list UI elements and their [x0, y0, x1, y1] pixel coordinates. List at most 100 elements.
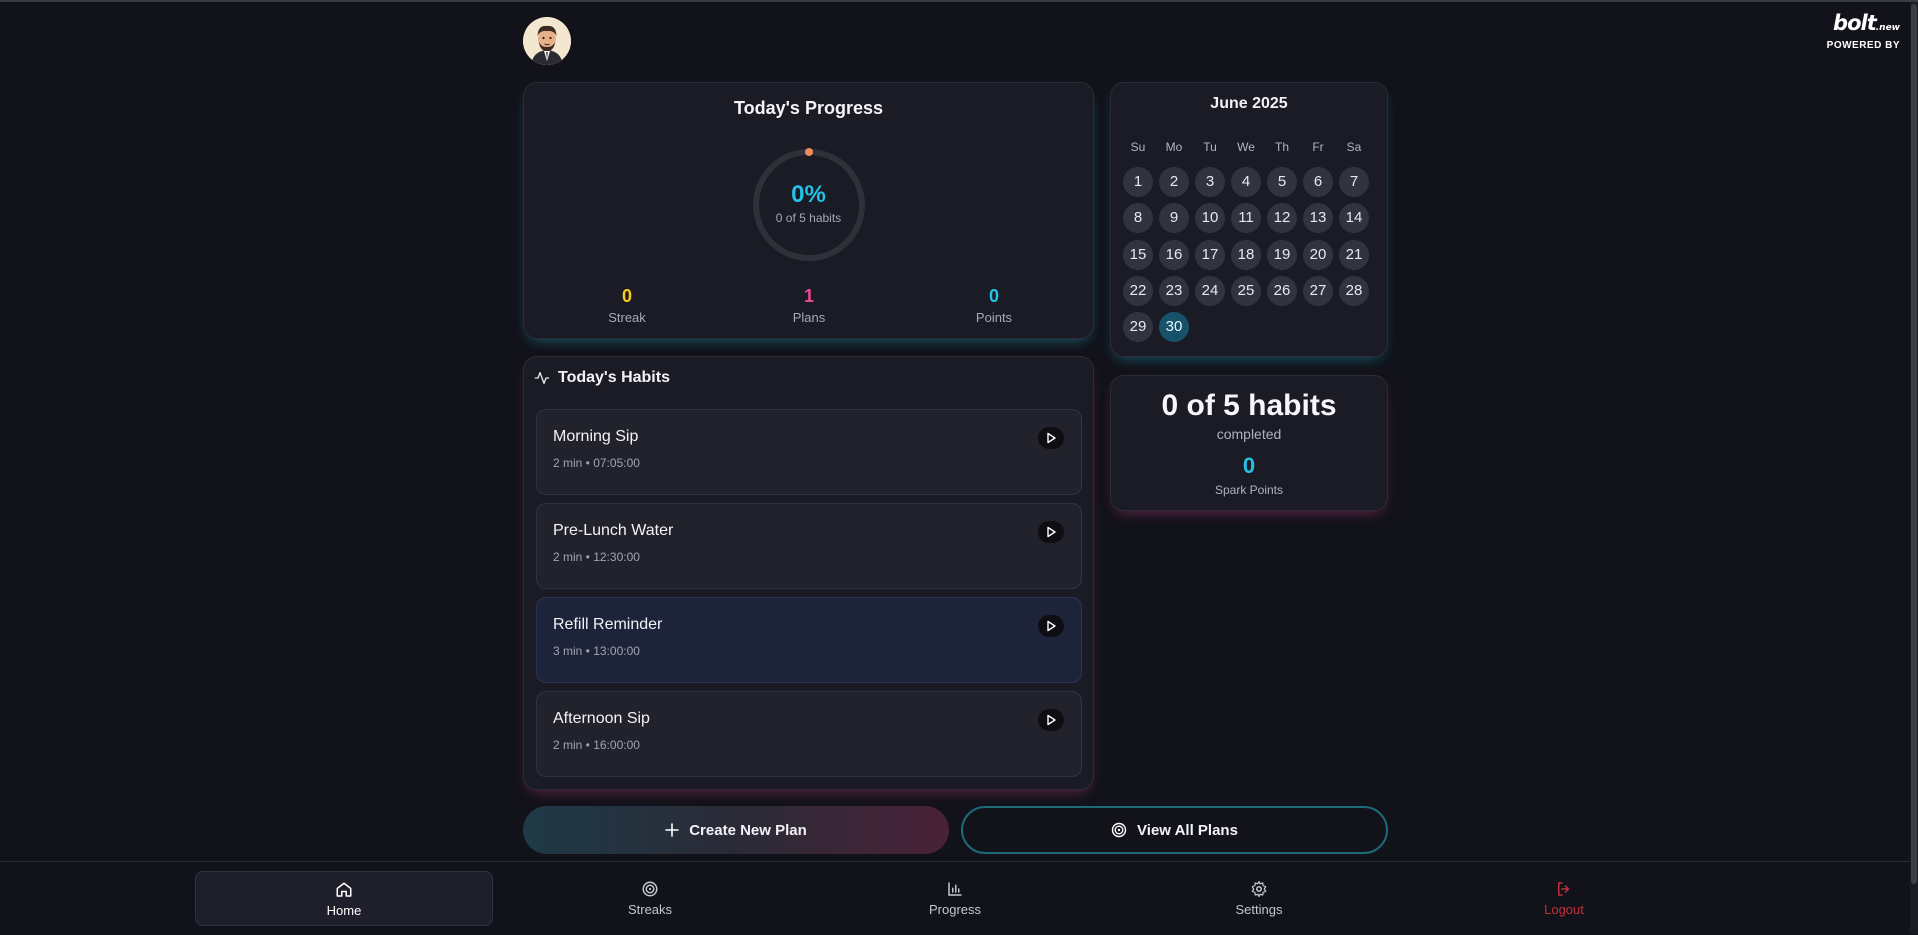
calendar-day[interactable]: 3	[1195, 167, 1225, 197]
calendar-day[interactable]: 28	[1339, 275, 1369, 306]
calendar-day[interactable]: 11	[1231, 203, 1261, 234]
nav-home[interactable]: Home	[195, 871, 493, 926]
progress-subtitle: 0 of 5 habits	[775, 211, 842, 225]
calendar-day[interactable]: 23	[1159, 275, 1189, 306]
habits-title: Today's Habits	[558, 369, 670, 386]
habit-item[interactable]: Morning Sip 2 min • 07:05:00	[536, 409, 1082, 495]
home-icon	[336, 882, 352, 897]
calendar-day[interactable]: 19	[1267, 239, 1297, 270]
nav-progress-label: Progress	[928, 902, 982, 917]
calendar-day[interactable]: 14	[1339, 203, 1369, 234]
stat-streak: 0 Streak	[567, 286, 687, 325]
habit-item[interactable]: Afternoon Sip 2 min • 16:00:00	[536, 691, 1082, 777]
calendar-day[interactable]: 10	[1195, 203, 1225, 234]
play-icon	[1047, 526, 1056, 538]
habit-play-button[interactable]	[1038, 709, 1064, 731]
stat-points: 0 Points	[934, 286, 1054, 325]
target-icon	[642, 881, 658, 897]
calendar-title: June 2025	[1210, 95, 1288, 112]
summary-card: 0 of 5 habits completed 0 Spark Points	[1110, 375, 1388, 511]
nav-logout[interactable]: Logout	[1415, 871, 1713, 926]
stat-plans-value: 1	[803, 286, 814, 306]
calendar-day[interactable]: 18	[1231, 239, 1261, 270]
calendar-day[interactable]: 27	[1303, 275, 1333, 306]
page-scrollbar[interactable]	[1910, 2, 1918, 934]
target-icon	[1111, 822, 1127, 838]
play-icon	[1047, 714, 1056, 726]
calendar-day[interactable]: 12	[1267, 203, 1297, 234]
calendar-day-today[interactable]: 30	[1159, 312, 1189, 343]
calendar-day[interactable]: 17	[1195, 239, 1225, 270]
habit-item[interactable]: Refill Reminder 3 min • 13:00:00	[536, 597, 1082, 683]
play-icon	[1047, 620, 1056, 632]
calendar-day[interactable]: 26	[1267, 275, 1297, 306]
calendar-day[interactable]: 16	[1159, 239, 1189, 270]
nav-progress[interactable]: Progress	[806, 871, 1104, 926]
calendar-weekday: Th	[1274, 140, 1289, 154]
gear-icon	[1251, 880, 1267, 898]
scrollbar-thumb[interactable]	[1911, 4, 1917, 884]
stat-points-label: Points	[975, 310, 1013, 325]
habit-play-button[interactable]	[1038, 427, 1064, 449]
view-all-plans-label: View All Plans	[1137, 821, 1238, 839]
calendar-day[interactable]: 20	[1303, 239, 1333, 270]
calendar-day[interactable]: 5	[1267, 167, 1297, 197]
bottom-nav: Home Streaks Progress Settings Logout	[0, 861, 1910, 935]
spark-points-value: 0	[1242, 453, 1256, 478]
user-avatar[interactable]	[523, 17, 571, 65]
calendar-weekday: Sa	[1346, 140, 1362, 154]
bar-chart-icon	[948, 882, 962, 896]
calendar-day[interactable]: 15	[1123, 239, 1153, 270]
calendar-weekday: Su	[1130, 140, 1146, 154]
calendar-weekday: Fr	[1312, 140, 1324, 154]
habit-play-button[interactable]	[1038, 521, 1064, 543]
calendar-day[interactable]: 29	[1123, 312, 1153, 343]
calendar-day[interactable]: 7	[1339, 167, 1369, 197]
calendar-day[interactable]: 24	[1195, 275, 1225, 306]
bolt-logo: bolt.new	[1833, 11, 1900, 35]
progress-percent: 0%	[791, 181, 826, 208]
habits-header: Today's Habits	[534, 369, 670, 387]
stat-points-value: 0	[988, 286, 999, 306]
habit-meta: 2 min • 16:00:00	[553, 738, 640, 752]
calendar-weekday: We	[1237, 140, 1255, 154]
nav-logout-label: Logout	[1544, 902, 1584, 917]
calendar-day[interactable]: 4	[1231, 167, 1261, 197]
habits-card: Today's Habits Morning Sip 2 min • 07:05…	[523, 356, 1094, 790]
calendar-weekday: Tu	[1203, 140, 1217, 154]
calendar-weekday: Mo	[1165, 140, 1183, 154]
calendar-day[interactable]: 1	[1123, 167, 1153, 197]
logout-icon	[1558, 882, 1570, 896]
nav-streaks[interactable]: Streaks	[501, 871, 799, 926]
calendar-day[interactable]: 2	[1159, 167, 1189, 197]
summary-headline: 0 of 5 habits	[1161, 389, 1337, 422]
bolt-badge[interactable]: bolt.new POWERED BY	[1827, 12, 1900, 51]
stat-plans: 1 Plans	[749, 286, 869, 325]
calendar-card: June 2025 Su Mo Tu We Th Fr Sa 1 2 3 4 5 6 7 8 9 10 11 12…	[1110, 82, 1388, 357]
habit-name: Pre-Lunch Water	[553, 522, 674, 539]
powered-by-label: POWERED BY	[1826, 40, 1900, 51]
progress-title: Today's Progress	[733, 98, 883, 118]
habit-play-button[interactable]	[1038, 615, 1064, 637]
calendar-day[interactable]: 8	[1123, 203, 1153, 234]
plus-icon	[665, 823, 680, 837]
habit-item[interactable]: Pre-Lunch Water 2 min • 12:30:00	[536, 503, 1082, 589]
window-top-border	[0, 0, 1918, 2]
view-all-plans-button[interactable]: View All Plans	[961, 806, 1388, 854]
calendar-day[interactable]: 6	[1303, 167, 1333, 197]
nav-home-label: Home	[326, 903, 362, 918]
calendar-day[interactable]: 13	[1303, 203, 1333, 234]
nav-settings[interactable]: Settings	[1110, 871, 1408, 926]
habit-name: Refill Reminder	[553, 616, 663, 633]
habit-name: Morning Sip	[553, 428, 639, 445]
activity-icon	[534, 372, 550, 384]
stat-streak-value: 0	[621, 286, 632, 306]
calendar-day[interactable]: 21	[1339, 239, 1369, 270]
habit-meta: 2 min • 07:05:00	[553, 456, 640, 470]
nav-streaks-label: Streaks	[627, 902, 673, 917]
calendar-day[interactable]: 25	[1231, 275, 1261, 306]
calendar-day[interactable]: 22	[1123, 275, 1153, 306]
create-new-plan-button[interactable]: Create New Plan	[523, 806, 949, 854]
calendar-day[interactable]: 9	[1159, 203, 1189, 234]
summary-subtitle: completed	[1216, 426, 1282, 442]
